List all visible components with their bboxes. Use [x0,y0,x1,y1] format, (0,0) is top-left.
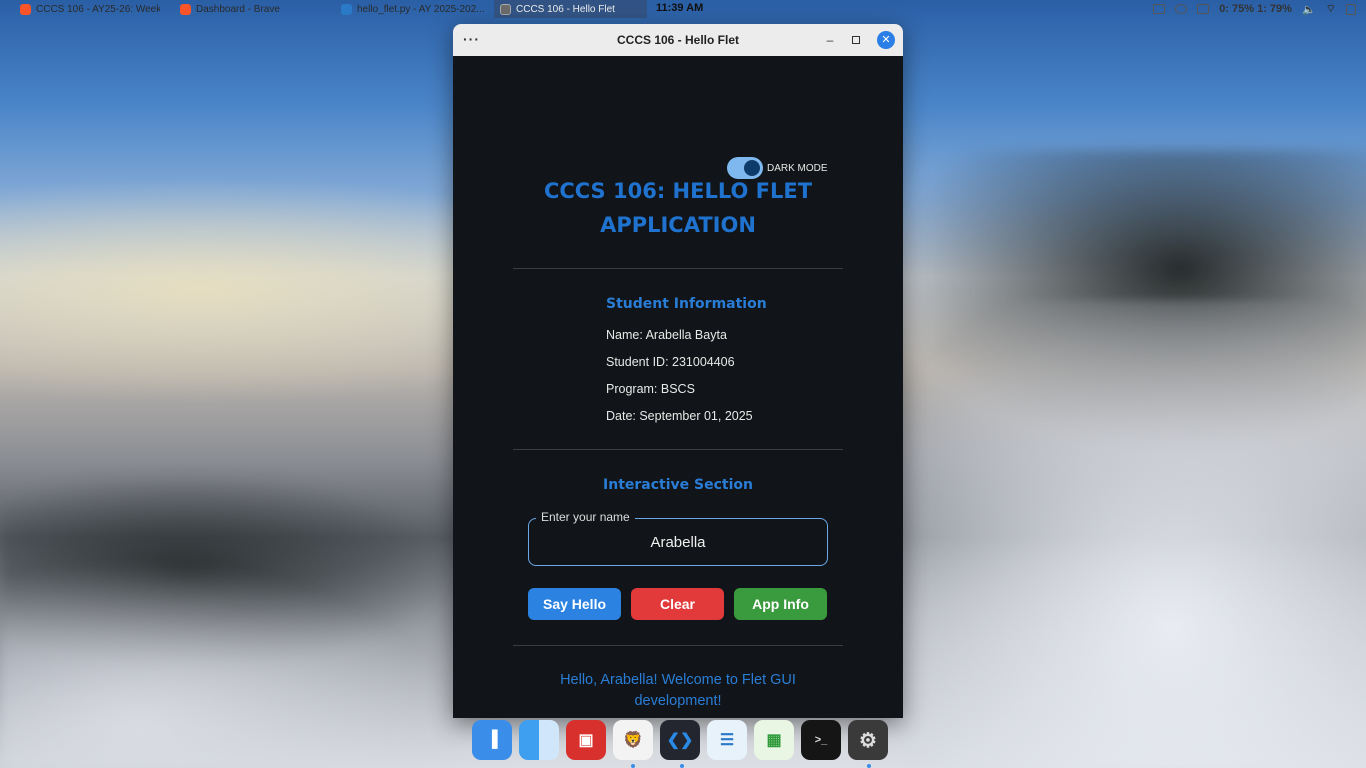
student-date: Date: September 01, 2025 [606,409,753,423]
greeting-message: Hello, Arabella! Welcome to Flet GUI dev… [560,672,796,709]
wallpaper-snow-left [0,560,460,768]
app-info-button[interactable]: App Info [734,588,827,620]
close-button[interactable]: ✕ [877,31,895,49]
brave-icon [20,3,31,15]
screenshot-icon[interactable]: ▣ [566,720,606,760]
vscode-icon [341,3,352,15]
taskbar-item-vscode[interactable]: hello_flet.py - AY 2025-202... [341,0,486,18]
spreadsheet-icon[interactable]: ▦ [754,720,794,760]
wifi-icon[interactable]: ⌔ [1326,2,1336,16]
maximize-button[interactable] [847,31,865,49]
brave-icon[interactable]: 🦁 [613,720,653,760]
student-section-title: Student Information [606,296,767,312]
settings-icon[interactable]: ⚙ [848,720,888,760]
interactive-section-title: Interactive Section [603,477,753,493]
say-hello-button[interactable]: Say Hello [528,588,621,620]
taskbar-item-course-page[interactable]: CCCS 106 - AY25-26: Week... [20,0,160,18]
terminal-icon[interactable]: >_ [801,720,841,760]
student-id: Student ID: 231004406 [606,355,735,369]
clear-button[interactable]: Clear [631,588,724,620]
dock: ▐ ▣ 🦁 ❮❯ ☰ ▦ >_ ⚙ [472,720,888,760]
battery-status: 0: 75% 1: 79% [1219,3,1292,15]
running-indicator [631,764,635,768]
network-settings-icon[interactable] [1175,4,1188,14]
taskbar-item-label: hello_flet.py - AY 2025-202... [357,3,485,15]
app-window: ··· CCCS 106 - Hello Flet – ✕ DARK MODE … [453,24,903,718]
taskbar-item-dashboard[interactable]: Dashboard - Brave [180,0,330,18]
name-input[interactable] [529,519,827,565]
divider [513,449,843,450]
app-title-line1: CCCS 106: HELLO FLET [543,179,813,203]
taskbar-item-label: CCCS 106 - Hello Flet [516,3,615,15]
dark-mode-label: DARK MODE [767,162,828,174]
camera-icon[interactable] [1153,4,1166,14]
system-tray: 0: 75% 1: 79% 🔈 ⌔ [1153,2,1356,16]
running-indicator [867,764,871,768]
battery-icon[interactable] [1197,4,1210,14]
finder-icon[interactable] [519,720,559,760]
taskbar-item-label: CCCS 106 - AY25-26: Week... [36,3,160,15]
clock[interactable]: 11:39 AM [656,2,703,14]
divider [513,645,843,646]
volume-icon[interactable]: 🔈 [1302,3,1316,16]
window-titlebar[interactable]: ··· CCCS 106 - Hello Flet – ✕ [453,24,903,56]
flet-icon [500,3,511,15]
notifications-icon[interactable] [1346,3,1356,15]
student-name: Name: Arabella Bayta [606,328,727,342]
plasma-icon[interactable]: ▐ [472,720,512,760]
name-field[interactable]: Enter your name [528,510,828,566]
app-content: DARK MODE CCCS 106: HELLO FLET APPLICATI… [453,56,903,718]
wallpaper-snow-slope [860,300,1366,768]
maximize-icon [852,36,860,44]
top-panel: CCCS 106 - AY25-26: Week... Dashboard - … [0,0,1366,18]
divider [513,268,843,269]
taskbar-item-label: Dashboard - Brave [196,3,280,15]
running-indicator [680,764,684,768]
document-viewer-icon[interactable]: ☰ [707,720,747,760]
brave-icon [180,3,191,15]
taskbar-item-hello-flet[interactable]: CCCS 106 - Hello Flet [494,0,647,18]
vscode-icon[interactable]: ❮❯ [660,720,700,760]
app-title-line2: APPLICATION [600,213,756,237]
minimize-button[interactable]: – [821,31,839,49]
student-program: Program: BSCS [606,382,695,396]
app-title: CCCS 106: HELLO FLET APPLICATION [453,174,903,242]
